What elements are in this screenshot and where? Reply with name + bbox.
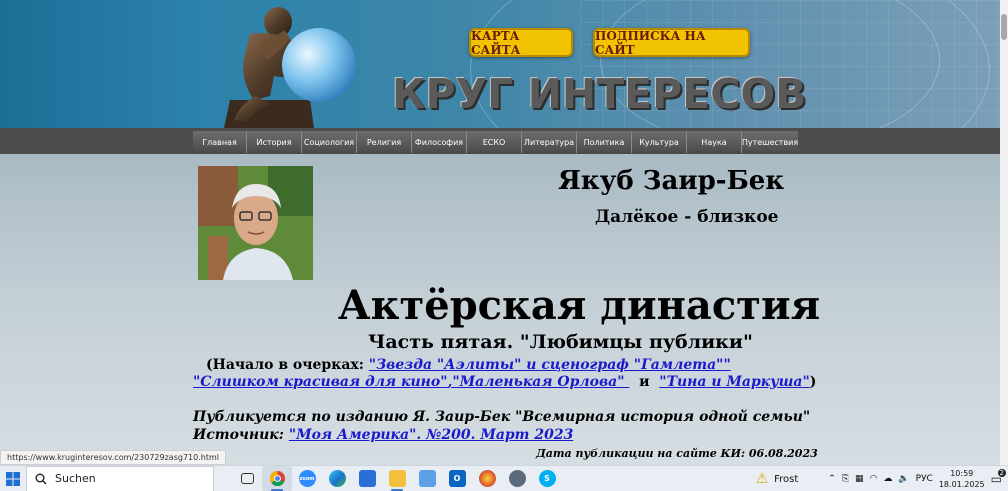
nav-item-politics[interactable]: Политика (577, 131, 632, 153)
source-line: Источник: "Моя Америка". №200. Март 2023 (193, 427, 573, 443)
task-view-button[interactable] (232, 466, 262, 491)
warning-icon[interactable]: ⚠ (756, 471, 769, 487)
taskbar-app-outlook[interactable]: O (442, 466, 472, 491)
folder-icon (388, 470, 406, 487)
skype-icon: S (538, 470, 556, 487)
nav-item-philosophy[interactable]: Философия (412, 131, 467, 153)
system-tray: ⚠ Frost ⌃ ⎘ ▦ ◠ ☁ 🔈 РУС 10:59 18.01.2025… (756, 466, 1008, 491)
author-photo (198, 166, 313, 280)
nav-item-home[interactable]: Главная (193, 131, 247, 153)
publication-date: Дата публикации на сайте КИ: 06.08.2023 (536, 447, 818, 460)
references-suffix: ) (809, 374, 817, 390)
search-icon (35, 473, 47, 484)
site-header: КАРТА САЙТА ПОДПИСКА НА САЙТ КРУГ ИНТЕРЕ… (0, 0, 1000, 128)
site-map-button[interactable]: КАРТА САЙТА (469, 28, 573, 57)
series-title: Далёкое - близкое (595, 207, 779, 227)
article-subtitle: Часть пятая. "Любимцы публики" (368, 331, 753, 353)
subscribe-button[interactable]: ПОДПИСКА НА САЙТ (593, 28, 750, 57)
windows-logo-icon (6, 471, 20, 486)
clock-time: 10:59 (950, 469, 974, 478)
nav-item-sociology[interactable]: Социология (302, 131, 357, 153)
system-clock[interactable]: 10:59 18.01.2025 (939, 468, 985, 490)
paint-icon (478, 470, 496, 487)
windows-taskbar: Suchen zoom O S ⚠ Frost ⌃ ⎘ ▦ ◠ ☁ 🔈 РУС … (0, 465, 1008, 491)
volume-icon[interactable]: 🔈 (898, 474, 909, 484)
references-and: и (629, 374, 660, 390)
nav-item-religion[interactable]: Религия (357, 131, 412, 153)
taskbar-app-file-explorer[interactable] (382, 466, 412, 491)
notepad-icon (418, 470, 436, 487)
reference-link-aelita[interactable]: "Звезда "Аэлиты" и сценограф "Гамлета"" (369, 357, 731, 373)
link-status-url: https://www.kruginteresov.com/230729zasg… (0, 450, 226, 465)
reference-link-too-beautiful[interactable]: "Слишком красивая для кино" (193, 374, 447, 390)
reference-link-little-orlova[interactable]: ,"Маленькая Орлова" (447, 374, 629, 390)
nav-item-history[interactable]: История (247, 131, 302, 153)
page-scrollbar[interactable] (1000, 0, 1008, 465)
reference-link-tina-markusha[interactable]: "Тина и Маркуша" (659, 374, 809, 390)
source-link[interactable]: "Моя Америка". №200. Март 2023 (289, 427, 574, 443)
clock-date: 18.01.2025 (938, 480, 985, 489)
taskbar-app-zoom[interactable]: zoom (292, 466, 322, 491)
search-placeholder: Suchen (55, 472, 96, 485)
network-icon[interactable]: ▦ (855, 474, 864, 484)
outlook-icon: O (448, 470, 466, 487)
taskbar-app-chrome[interactable] (262, 465, 292, 491)
start-button[interactable] (0, 466, 26, 491)
site-title: КРУГ ИНТЕРЕСОВ (392, 70, 807, 118)
nav-item-literature[interactable]: Литература (522, 131, 577, 153)
scrollbar-thumb[interactable] (1001, 14, 1007, 40)
notification-count: 2 (997, 469, 1006, 477)
taskbar-app-skype[interactable]: S (532, 466, 562, 491)
globe-image (282, 28, 356, 102)
taskbar-app-notepad[interactable] (412, 466, 442, 491)
chevron-up-icon[interactable]: ⌃ (828, 474, 836, 484)
wifi-icon[interactable]: ◠ (870, 474, 878, 484)
chrome-icon (269, 470, 285, 487)
nav-item-travel[interactable]: Путешествия (742, 131, 798, 153)
taskbar-app-edge[interactable] (322, 466, 352, 491)
cloud-icon[interactable]: ☁ (883, 474, 892, 484)
nav-item-culture[interactable]: Культура (632, 131, 687, 153)
meet-now-icon[interactable]: ⎘ (842, 474, 849, 484)
taskbar-app-paint[interactable] (472, 466, 502, 491)
notification-icon[interactable]: ▭ 2 (991, 469, 1006, 486)
published-note: Публикуется по изданию Я. Заир-Бек "Всем… (193, 409, 811, 425)
main-navigation: Главная История Социология Религия Филос… (193, 131, 798, 153)
zoom-icon: zoom (298, 470, 316, 487)
source-label: Источник: (193, 427, 289, 443)
taskbar-app-misc[interactable] (502, 466, 532, 491)
nav-item-esko[interactable]: ЕСКО (467, 131, 522, 153)
weather-label[interactable]: Frost (774, 474, 798, 485)
edge-icon (328, 470, 346, 487)
author-name: Якуб Заир-Бек (558, 166, 785, 196)
taskbar-app-store[interactable] (352, 466, 382, 491)
nav-item-science[interactable]: Наука (687, 131, 742, 153)
task-view-icon (240, 473, 254, 484)
references-line-2: "Слишком красивая для кино","Маленькая О… (193, 374, 816, 390)
article-title: Актёрская династия (338, 282, 821, 329)
references-prefix: (Начало в очерках: (206, 357, 369, 373)
taskbar-search-box[interactable]: Suchen (26, 465, 214, 491)
app-icon (508, 470, 526, 487)
language-indicator[interactable]: РУС (916, 474, 933, 484)
references-line-1: (Начало в очерках: "Звезда "Аэлиты" и сц… (206, 357, 731, 373)
store-icon (358, 470, 376, 487)
